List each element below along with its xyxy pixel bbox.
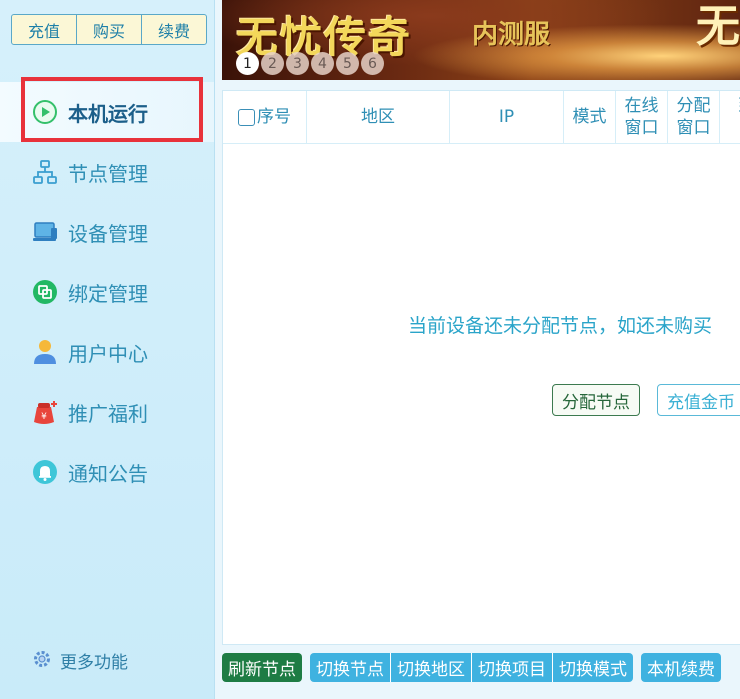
banner-page-dot[interactable]: 2: [261, 52, 284, 75]
renew-top-button[interactable]: 续费: [141, 15, 206, 44]
column-header-expiry: 到 日: [720, 91, 740, 143]
column-header-index: 序号: [223, 91, 307, 143]
svg-text:¥: ¥: [41, 412, 47, 422]
banner-page-dot[interactable]: 1: [236, 52, 259, 75]
banner-page-dot[interactable]: 6: [361, 52, 384, 75]
sidebar-item-binding-management[interactable]: 绑定管理: [0, 262, 214, 322]
buy-top-button[interactable]: 购买: [76, 15, 141, 44]
sidebar-item-notifications[interactable]: 通知公告: [0, 442, 214, 502]
banner-right-text: 无: [696, 1, 740, 52]
play-circle-icon: [31, 98, 59, 126]
node-table: 序号 地区 IP 模式 在线 窗口 分配 窗口 到 日 当前设备还未分配节点，如…: [222, 90, 740, 645]
sidebar: 充值 购买 续费 本机运行 节点管理 设备管理 绑定管理 用户中心 ¥ 推广福利…: [0, 0, 215, 699]
sidebar-item-node-management[interactable]: 节点管理: [0, 142, 214, 202]
sidebar-item-label: 设备管理: [68, 221, 148, 246]
switch-project-button[interactable]: 切换项目: [471, 653, 552, 682]
select-all-checkbox[interactable]: [238, 108, 255, 126]
recharge-coins-button[interactable]: 充值金币: [657, 384, 740, 416]
banner-pagination: 1 2 3 4 5 6: [236, 52, 384, 75]
bell-icon: [31, 458, 59, 486]
sidebar-item-local-run[interactable]: 本机运行: [0, 82, 214, 142]
column-label: 序号: [257, 107, 291, 127]
table-header: 序号 地区 IP 模式 在线 窗口 分配 窗口 到 日: [223, 91, 740, 144]
banner-page-dot[interactable]: 4: [311, 52, 334, 75]
switch-mode-button[interactable]: 切换模式: [552, 653, 633, 682]
banner-subtitle: 内测服: [472, 20, 551, 50]
account-actions: 充值 购买 续费: [11, 14, 207, 45]
sidebar-item-label: 推广福利: [68, 401, 148, 426]
sidebar-item-promotion-benefits[interactable]: ¥ 推广福利: [0, 382, 214, 442]
ad-banner[interactable]: 无忧传奇 内测服 无 1 2 3 4 5 6: [222, 0, 740, 80]
column-header-online-windows: 在线 窗口: [616, 91, 668, 143]
sidebar-item-device-management[interactable]: 设备管理: [0, 202, 214, 262]
sidebar-item-label: 本机运行: [68, 101, 148, 126]
gear-icon: [32, 649, 52, 673]
column-header-region: 地区: [307, 91, 450, 143]
sidebar-item-label: 通知公告: [68, 461, 148, 486]
refresh-nodes-button[interactable]: 刷新节点: [222, 653, 302, 682]
switch-node-button[interactable]: 切换节点: [310, 653, 390, 682]
column-header-assigned-windows: 分配 窗口: [668, 91, 720, 143]
sidebar-item-user-center[interactable]: 用户中心: [0, 322, 214, 382]
assign-node-button[interactable]: 分配节点: [552, 384, 640, 416]
empty-state-message: 当前设备还未分配节点，如还未购买: [408, 315, 713, 337]
recharge-top-button[interactable]: 充值: [12, 15, 76, 44]
gift-money-icon: ¥: [31, 398, 59, 426]
laptop-icon: [31, 218, 59, 246]
main-panel: 无忧传奇 内测服 无 1 2 3 4 5 6 序号 地区 IP 模式 在线 窗口…: [214, 0, 740, 699]
sidebar-item-label: 节点管理: [68, 161, 148, 186]
banner-page-dot[interactable]: 5: [336, 52, 359, 75]
renew-device-button[interactable]: 本机续费: [641, 653, 721, 682]
switch-region-button[interactable]: 切换地区: [390, 653, 471, 682]
sidebar-item-label: 用户中心: [68, 341, 148, 366]
column-header-ip: IP: [450, 91, 564, 143]
sidebar-item-label: 绑定管理: [68, 281, 148, 306]
banner-page-dot[interactable]: 3: [286, 52, 309, 75]
user-icon: [31, 338, 59, 366]
sidebar-menu: 本机运行 节点管理 设备管理 绑定管理 用户中心 ¥ 推广福利 通知公告: [0, 82, 214, 502]
bottom-toolbar: 刷新节点 切换节点 切换地区 切换项目 切换模式 本机续费: [222, 653, 721, 682]
switch-button-group: 切换节点 切换地区 切换项目 切换模式: [310, 653, 633, 682]
more-features-label: 更多功能: [60, 653, 128, 673]
bind-link-icon: [31, 278, 59, 306]
more-features-button[interactable]: 更多功能: [32, 648, 128, 673]
column-header-mode: 模式: [564, 91, 616, 143]
network-nodes-icon: [31, 158, 59, 186]
